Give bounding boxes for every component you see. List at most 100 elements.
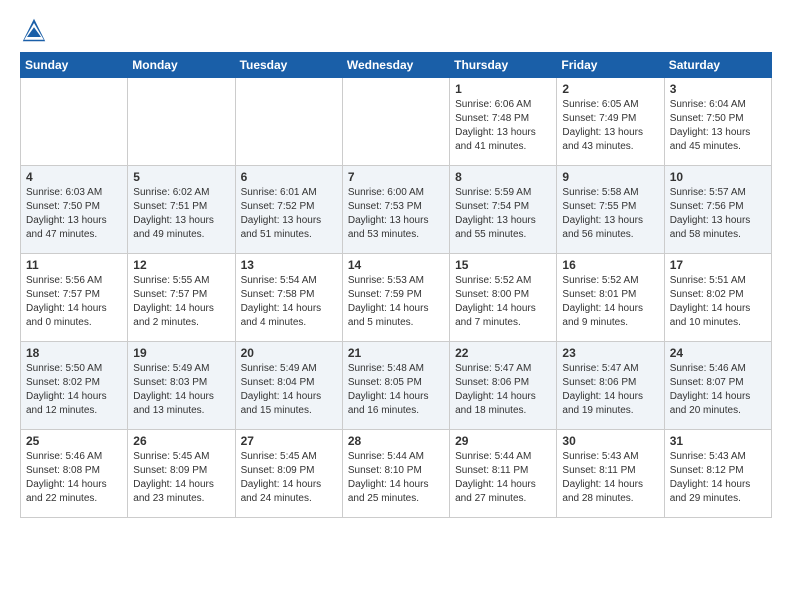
day-info: Sunrise: 5:54 AM Sunset: 7:58 PM Dayligh… bbox=[241, 274, 337, 330]
calendar-week-row: 4Sunrise: 6:03 AM Sunset: 7:50 PM Daylig… bbox=[21, 166, 772, 254]
day-number: 29 bbox=[455, 434, 551, 448]
day-number: 6 bbox=[241, 170, 337, 184]
day-info: Sunrise: 5:44 AM Sunset: 8:10 PM Dayligh… bbox=[348, 450, 444, 506]
day-info: Sunrise: 6:04 AM Sunset: 7:50 PM Dayligh… bbox=[670, 98, 766, 154]
day-number: 13 bbox=[241, 258, 337, 272]
day-info: Sunrise: 5:47 AM Sunset: 8:06 PM Dayligh… bbox=[455, 362, 551, 418]
calendar-table: SundayMondayTuesdayWednesdayThursdayFrid… bbox=[20, 52, 772, 518]
calendar-cell: 11 Sunrise: 5:56 AM Sunset: 7:57 PM Dayli… bbox=[21, 254, 128, 342]
day-number: 25 bbox=[26, 434, 122, 448]
calendar-cell: 1Sunrise: 6:06 AM Sunset: 7:48 PM Daylig… bbox=[450, 78, 557, 166]
weekday-header-row: SundayMondayTuesdayWednesdayThursdayFrid… bbox=[21, 53, 772, 78]
day-info: Sunrise: 5:44 AM Sunset: 8:11 PM Dayligh… bbox=[455, 450, 551, 506]
weekday-header-saturday: Saturday bbox=[664, 53, 771, 78]
day-info: Sunrise: 5:53 AM Sunset: 7:59 PM Dayligh… bbox=[348, 274, 444, 330]
day-number: 2 bbox=[562, 82, 658, 96]
calendar-cell: 28 Sunrise: 5:44 AM Sunset: 8:10 PM Dayli… bbox=[342, 430, 449, 518]
day-number: 23 bbox=[562, 346, 658, 360]
calendar-week-row: 11 Sunrise: 5:56 AM Sunset: 7:57 PM Dayli… bbox=[21, 254, 772, 342]
weekday-header-wednesday: Wednesday bbox=[342, 53, 449, 78]
day-info: Sunrise: 5:49 AM Sunset: 8:04 PM Dayligh… bbox=[241, 362, 337, 418]
calendar-cell: 13 Sunrise: 5:54 AM Sunset: 7:58 PM Dayli… bbox=[235, 254, 342, 342]
calendar-cell bbox=[235, 78, 342, 166]
calendar-cell: 24 Sunrise: 5:46 AM Sunset: 8:07 PM Dayli… bbox=[664, 342, 771, 430]
day-number: 5 bbox=[133, 170, 229, 184]
day-info: Sunrise: 5:43 AM Sunset: 8:12 PM Dayligh… bbox=[670, 450, 766, 506]
day-number: 18 bbox=[26, 346, 122, 360]
calendar-cell: 14 Sunrise: 5:53 AM Sunset: 7:59 PM Dayli… bbox=[342, 254, 449, 342]
day-number: 11 bbox=[26, 258, 122, 272]
day-info: Sunrise: 5:45 AM Sunset: 8:09 PM Dayligh… bbox=[241, 450, 337, 506]
calendar-cell: 31 Sunrise: 5:43 AM Sunset: 8:12 PM Dayli… bbox=[664, 430, 771, 518]
day-number: 30 bbox=[562, 434, 658, 448]
day-info: Sunrise: 6:02 AM Sunset: 7:51 PM Dayligh… bbox=[133, 186, 229, 242]
day-number: 10 bbox=[670, 170, 766, 184]
calendar-cell: 3Sunrise: 6:04 AM Sunset: 7:50 PM Daylig… bbox=[664, 78, 771, 166]
day-info: Sunrise: 5:59 AM Sunset: 7:54 PM Dayligh… bbox=[455, 186, 551, 242]
calendar-cell: 8 Sunrise: 5:59 AM Sunset: 7:54 PM Daylig… bbox=[450, 166, 557, 254]
calendar-cell: 2 Sunrise: 6:05 AM Sunset: 7:49 PM Daylig… bbox=[557, 78, 664, 166]
calendar-cell: 21 Sunrise: 5:48 AM Sunset: 8:05 PM Dayli… bbox=[342, 342, 449, 430]
day-info: Sunrise: 6:00 AM Sunset: 7:53 PM Dayligh… bbox=[348, 186, 444, 242]
calendar-cell: 22 Sunrise: 5:47 AM Sunset: 8:06 PM Dayli… bbox=[450, 342, 557, 430]
day-info: Sunrise: 5:57 AM Sunset: 7:56 PM Dayligh… bbox=[670, 186, 766, 242]
calendar-cell: 23 Sunrise: 5:47 AM Sunset: 8:06 PM Dayli… bbox=[557, 342, 664, 430]
calendar-cell: 6 Sunrise: 6:01 AM Sunset: 7:52 PM Daylig… bbox=[235, 166, 342, 254]
day-number: 15 bbox=[455, 258, 551, 272]
page-container: SundayMondayTuesdayWednesdayThursdayFrid… bbox=[0, 0, 792, 534]
day-info: Sunrise: 5:58 AM Sunset: 7:55 PM Dayligh… bbox=[562, 186, 658, 242]
day-info: Sunrise: 5:52 AM Sunset: 8:00 PM Dayligh… bbox=[455, 274, 551, 330]
day-info: Sunrise: 5:51 AM Sunset: 8:02 PM Dayligh… bbox=[670, 274, 766, 330]
calendar-cell: 25 Sunrise: 5:46 AM Sunset: 8:08 PM Dayli… bbox=[21, 430, 128, 518]
day-number: 8 bbox=[455, 170, 551, 184]
day-number: 24 bbox=[670, 346, 766, 360]
day-number: 28 bbox=[348, 434, 444, 448]
day-number: 17 bbox=[670, 258, 766, 272]
calendar-cell: 12 Sunrise: 5:55 AM Sunset: 7:57 PM Dayli… bbox=[128, 254, 235, 342]
calendar-cell: 4Sunrise: 6:03 AM Sunset: 7:50 PM Daylig… bbox=[21, 166, 128, 254]
day-number: 26 bbox=[133, 434, 229, 448]
calendar-cell: 30 Sunrise: 5:43 AM Sunset: 8:11 PM Dayli… bbox=[557, 430, 664, 518]
calendar-cell: 16 Sunrise: 5:52 AM Sunset: 8:01 PM Dayli… bbox=[557, 254, 664, 342]
day-info: Sunrise: 6:01 AM Sunset: 7:52 PM Dayligh… bbox=[241, 186, 337, 242]
logo-icon bbox=[20, 16, 48, 44]
day-info: Sunrise: 5:43 AM Sunset: 8:11 PM Dayligh… bbox=[562, 450, 658, 506]
day-number: 20 bbox=[241, 346, 337, 360]
calendar-cell: 9 Sunrise: 5:58 AM Sunset: 7:55 PM Daylig… bbox=[557, 166, 664, 254]
weekday-header-monday: Monday bbox=[128, 53, 235, 78]
day-number: 12 bbox=[133, 258, 229, 272]
calendar-cell: 15 Sunrise: 5:52 AM Sunset: 8:00 PM Dayli… bbox=[450, 254, 557, 342]
calendar-week-row: 25 Sunrise: 5:46 AM Sunset: 8:08 PM Dayli… bbox=[21, 430, 772, 518]
calendar-week-row: 18 Sunrise: 5:50 AM Sunset: 8:02 PM Dayli… bbox=[21, 342, 772, 430]
day-number: 14 bbox=[348, 258, 444, 272]
calendar-cell: 27 Sunrise: 5:45 AM Sunset: 8:09 PM Dayli… bbox=[235, 430, 342, 518]
day-info: Sunrise: 5:47 AM Sunset: 8:06 PM Dayligh… bbox=[562, 362, 658, 418]
day-info: Sunrise: 5:55 AM Sunset: 7:57 PM Dayligh… bbox=[133, 274, 229, 330]
day-info: Sunrise: 5:56 AM Sunset: 7:57 PM Dayligh… bbox=[26, 274, 122, 330]
calendar-cell: 7Sunrise: 6:00 AM Sunset: 7:53 PM Daylig… bbox=[342, 166, 449, 254]
day-number: 19 bbox=[133, 346, 229, 360]
calendar-cell: 10 Sunrise: 5:57 AM Sunset: 7:56 PM Dayli… bbox=[664, 166, 771, 254]
day-info: Sunrise: 5:50 AM Sunset: 8:02 PM Dayligh… bbox=[26, 362, 122, 418]
day-number: 9 bbox=[562, 170, 658, 184]
calendar-cell: 19Sunrise: 5:49 AM Sunset: 8:03 PM Dayli… bbox=[128, 342, 235, 430]
day-info: Sunrise: 5:48 AM Sunset: 8:05 PM Dayligh… bbox=[348, 362, 444, 418]
day-info: Sunrise: 5:46 AM Sunset: 8:08 PM Dayligh… bbox=[26, 450, 122, 506]
weekday-header-friday: Friday bbox=[557, 53, 664, 78]
header bbox=[20, 16, 772, 44]
day-info: Sunrise: 5:46 AM Sunset: 8:07 PM Dayligh… bbox=[670, 362, 766, 418]
calendar-cell: 29 Sunrise: 5:44 AM Sunset: 8:11 PM Dayli… bbox=[450, 430, 557, 518]
day-number: 31 bbox=[670, 434, 766, 448]
day-number: 22 bbox=[455, 346, 551, 360]
calendar-cell: 17 Sunrise: 5:51 AM Sunset: 8:02 PM Dayli… bbox=[664, 254, 771, 342]
calendar-cell: 5 Sunrise: 6:02 AM Sunset: 7:51 PM Daylig… bbox=[128, 166, 235, 254]
day-info: Sunrise: 6:05 AM Sunset: 7:49 PM Dayligh… bbox=[562, 98, 658, 154]
weekday-header-sunday: Sunday bbox=[21, 53, 128, 78]
weekday-header-thursday: Thursday bbox=[450, 53, 557, 78]
day-number: 16 bbox=[562, 258, 658, 272]
day-number: 27 bbox=[241, 434, 337, 448]
day-number: 21 bbox=[348, 346, 444, 360]
day-info: Sunrise: 5:52 AM Sunset: 8:01 PM Dayligh… bbox=[562, 274, 658, 330]
day-info: Sunrise: 6:03 AM Sunset: 7:50 PM Dayligh… bbox=[26, 186, 122, 242]
calendar-cell: 18 Sunrise: 5:50 AM Sunset: 8:02 PM Dayli… bbox=[21, 342, 128, 430]
